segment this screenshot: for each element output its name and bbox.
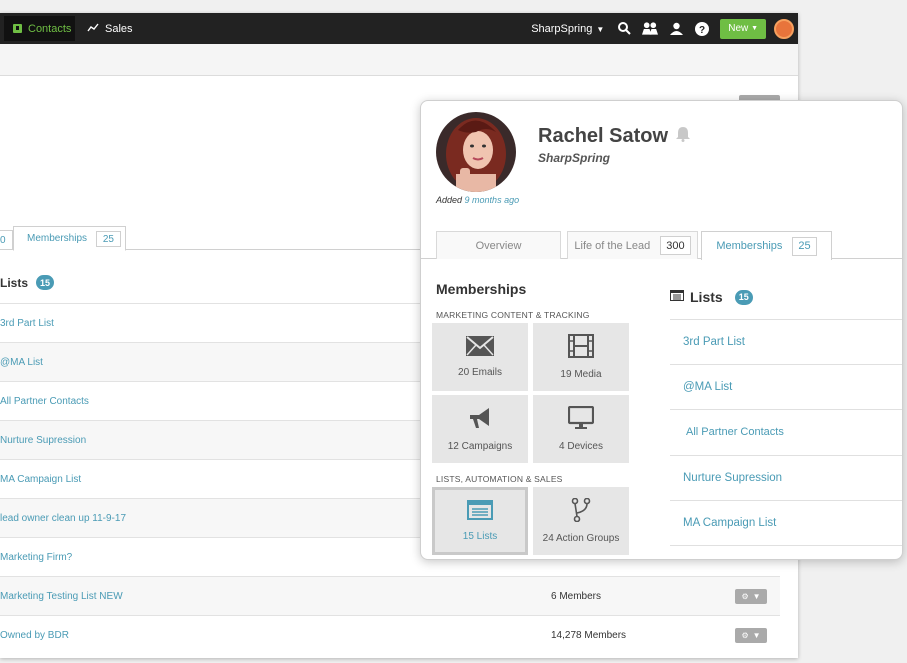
list-row[interactable]: All Partner Contacts bbox=[670, 409, 902, 454]
list-row[interactable]: Marketing Testing List NEW 6 Members ⚙ ▼ bbox=[0, 576, 780, 615]
envelope-icon bbox=[466, 336, 494, 361]
list-link[interactable]: @MA List bbox=[0, 357, 43, 368]
list-link[interactable]: MA Campaign List bbox=[0, 474, 81, 485]
tab-count: 25 bbox=[792, 236, 817, 256]
tile-label: 24 Action Groups bbox=[542, 533, 620, 544]
lists-count-badge: 15 bbox=[734, 289, 753, 305]
gear-icon: ⚙ bbox=[741, 630, 749, 640]
list-link[interactable]: All Partner Contacts bbox=[0, 396, 89, 407]
tile-lists[interactable]: 15 Lists bbox=[432, 487, 528, 555]
list-row[interactable]: @MA List bbox=[670, 364, 902, 409]
user-icon[interactable] bbox=[668, 21, 684, 37]
list-link[interactable]: 3rd Part List bbox=[0, 318, 54, 329]
monitor-icon bbox=[567, 405, 595, 435]
trend-icon bbox=[87, 23, 99, 35]
list-row[interactable]: Owned by BDR 14,278 Members ⚙ ▼ bbox=[0, 615, 780, 654]
sub-toolbar bbox=[0, 44, 798, 76]
new-button[interactable]: New ▼ bbox=[720, 18, 766, 39]
megaphone-icon bbox=[467, 406, 493, 435]
tab-count: 300 bbox=[660, 236, 691, 255]
list-row bbox=[670, 545, 902, 559]
tile-label: 19 Media bbox=[560, 369, 602, 380]
tab-label: Life of the Lead bbox=[574, 239, 651, 252]
tab-label: Memberships bbox=[27, 233, 88, 244]
member-count: 14,278 Members bbox=[551, 629, 627, 641]
tile-media[interactable]: 19 Media bbox=[533, 323, 629, 391]
tile-devices[interactable]: 4 Devices bbox=[533, 395, 629, 463]
contact-name-text: Rachel Satow bbox=[538, 125, 669, 147]
list-link[interactable]: 3rd Part List bbox=[683, 336, 745, 348]
account-menu[interactable]: SharpSpring ▼ bbox=[531, 23, 604, 35]
tab-count: 25 bbox=[95, 231, 121, 247]
tile-action-groups[interactable]: 24 Action Groups bbox=[533, 487, 629, 555]
card-lists-header: Lists 15 bbox=[670, 288, 753, 306]
tile-label: 4 Devices bbox=[559, 441, 603, 452]
contacts-icon bbox=[13, 24, 22, 33]
nav-contacts-label: Contacts bbox=[28, 22, 72, 35]
tile-label: 20 Emails bbox=[458, 367, 502, 378]
lists-count-badge: 15 bbox=[36, 275, 55, 290]
tile-campaigns[interactable]: 12 Campaigns bbox=[432, 395, 528, 463]
film-icon bbox=[568, 334, 594, 363]
account-label: SharpSpring bbox=[531, 22, 593, 35]
list-link[interactable]: MA Campaign List bbox=[683, 517, 776, 529]
list-link[interactable]: lead owner clean up 11-9-17 bbox=[0, 513, 126, 524]
svg-text:?: ? bbox=[699, 25, 705, 36]
nav-sales[interactable]: Sales bbox=[87, 16, 133, 41]
contact-card: Rachel Satow SharpSpring Added 9 months … bbox=[420, 100, 903, 560]
help-icon[interactable]: ? bbox=[694, 21, 710, 37]
list-row[interactable]: MA Campaign List bbox=[670, 500, 902, 545]
contact-company: SharpSpring bbox=[538, 151, 611, 165]
search-icon[interactable] bbox=[616, 21, 632, 37]
nav-sales-label: Sales bbox=[105, 22, 133, 35]
list-link[interactable]: Nurture Supression bbox=[0, 435, 86, 446]
lists-title: Lists bbox=[690, 289, 723, 305]
row-settings-button[interactable]: ⚙ ▼ bbox=[735, 588, 767, 604]
background-tab-partial[interactable]: 0 bbox=[0, 230, 13, 250]
tab-memberships[interactable]: Memberships 25 bbox=[701, 231, 832, 260]
list-icon bbox=[467, 500, 493, 525]
list-link[interactable]: Marketing Testing List NEW bbox=[0, 591, 123, 602]
tile-label: 12 Campaigns bbox=[447, 441, 513, 452]
chevron-down-icon: ▼ bbox=[752, 591, 761, 601]
users-icon[interactable] bbox=[642, 21, 659, 37]
section-label: MARKETING CONTENT & TRACKING bbox=[436, 310, 590, 320]
background-lists-header: Lists 15 bbox=[0, 275, 55, 290]
bell-icon[interactable] bbox=[676, 125, 691, 148]
memberships-title: Memberships bbox=[436, 281, 527, 297]
card-tabs: Overview Life of the Lead 300 Membership… bbox=[421, 231, 902, 260]
member-count: 6 Members bbox=[551, 590, 602, 602]
background-tab-memberships[interactable]: Memberships 25 bbox=[13, 226, 126, 251]
branch-icon bbox=[571, 497, 591, 527]
section-label: LISTS, AUTOMATION & SALES bbox=[436, 474, 563, 484]
tab-overview[interactable]: Overview bbox=[436, 231, 561, 259]
list-row[interactable]: Nurture Supression bbox=[670, 455, 902, 500]
chevron-down-icon: ▼ bbox=[751, 25, 758, 32]
lists-title: Lists bbox=[0, 275, 29, 290]
list-link[interactable]: All Partner Contacts bbox=[686, 426, 784, 438]
tile-label: 15 Lists bbox=[462, 531, 498, 542]
account-avatar[interactable] bbox=[774, 18, 794, 39]
tab-life-of-the-lead[interactable]: Life of the Lead 300 bbox=[567, 231, 698, 259]
contact-name: Rachel Satow bbox=[538, 125, 691, 148]
tile-emails[interactable]: 20 Emails bbox=[432, 323, 528, 391]
added-date: Added 9 months ago bbox=[436, 195, 520, 205]
nav-contacts[interactable]: Contacts bbox=[4, 16, 75, 41]
list-link[interactable]: Marketing Firm? bbox=[0, 552, 72, 563]
gear-icon: ⚙ bbox=[741, 591, 749, 601]
top-nav: Contacts Sales SharpSpring ▼ ? New ▼ bbox=[0, 13, 798, 44]
chevron-down-icon: ▼ bbox=[752, 630, 761, 640]
list-link[interactable]: @MA List bbox=[683, 381, 732, 393]
list-row[interactable]: 3rd Part List bbox=[670, 319, 902, 364]
tab-label: Memberships bbox=[716, 240, 783, 252]
row-settings-button[interactable]: ⚙ ▼ bbox=[735, 627, 767, 643]
list-link[interactable]: Owned by BDR bbox=[0, 630, 69, 641]
list-icon bbox=[670, 288, 684, 306]
new-button-label: New bbox=[728, 23, 749, 34]
list-link[interactable]: Nurture Supression bbox=[683, 472, 782, 484]
contact-photo bbox=[436, 112, 516, 192]
tab-label: Overview bbox=[475, 239, 522, 252]
chevron-down-icon: ▼ bbox=[596, 24, 605, 34]
